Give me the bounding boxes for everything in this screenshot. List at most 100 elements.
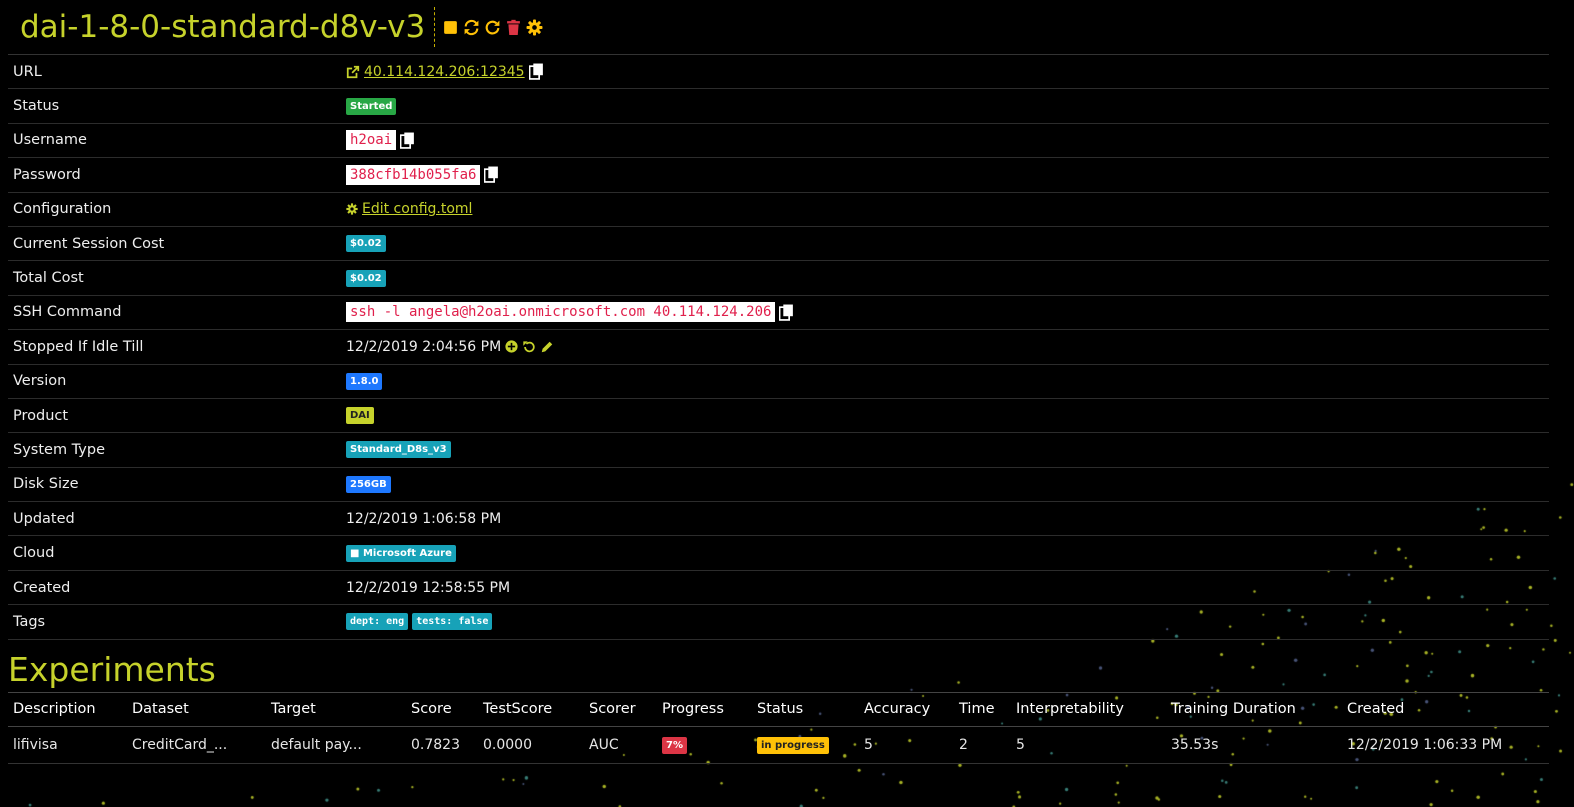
experiment-created: 12/2/2019 1:06:33 PM [1342, 726, 1549, 764]
detail-row-product: Product DAI [8, 399, 1549, 434]
windows-icon: ■ [350, 547, 360, 559]
detail-label: SSH Command [13, 304, 122, 321]
undo-icon[interactable] [522, 340, 536, 354]
table-header-row: Description Dataset Target Score TestSco… [8, 691, 1549, 727]
column-header[interactable]: Score [406, 691, 478, 727]
system-type-badge: Standard_D8s_v3 [346, 441, 451, 459]
settings-button[interactable] [526, 19, 543, 36]
password-value: 388cfb14b055fa6 [346, 164, 481, 185]
stop-button[interactable] [442, 19, 459, 36]
detail-row-created: Created 12/2/2019 12:58:55 PM [8, 571, 1549, 606]
experiment-description: lifivisa [8, 726, 127, 764]
detail-label: Tags [13, 613, 46, 630]
tag-badge: tests: false [412, 613, 493, 631]
instance-actions [442, 19, 543, 36]
detail-row-session-cost: Current Session Cost $0.02 [8, 227, 1549, 262]
experiments-table: Description Dataset Target Score TestSco… [8, 691, 1549, 764]
pencil-icon[interactable] [540, 340, 554, 354]
idle-till-value: 12/2/2019 2:04:56 PM [346, 338, 502, 355]
column-header[interactable]: Progress [657, 691, 752, 727]
experiment-scorer: AUC [584, 726, 657, 764]
detail-row-cloud: Cloud ■ Microsoft Azure [8, 536, 1549, 571]
detail-label: Product [13, 407, 69, 424]
detail-row-system-type: System Type Standard_D8s_v3 [8, 433, 1549, 468]
cloud-badge: ■ Microsoft Azure [346, 544, 456, 562]
status-badge: Started [346, 97, 397, 115]
column-header[interactable]: Description [8, 691, 127, 727]
column-header[interactable]: Training Duration [1166, 691, 1342, 727]
disk-size-badge: 256GB [346, 475, 391, 493]
restart-icon [485, 20, 500, 34]
column-header[interactable]: Target [266, 691, 406, 727]
version-badge: 1.8.0 [346, 372, 383, 390]
detail-row-disk-size: Disk Size 256GB [8, 468, 1549, 503]
detail-label: Total Cost [13, 270, 84, 287]
detail-label: Status [13, 98, 60, 115]
tag-badge: dept: eng [346, 613, 409, 631]
column-header[interactable]: Interpretability [1011, 691, 1166, 727]
copy-icon[interactable] [528, 63, 544, 80]
created-value: 12/2/2019 12:58:55 PM [346, 579, 511, 596]
detail-label: Current Session Cost [13, 235, 165, 252]
total-cost-badge: $0.02 [346, 269, 386, 287]
detail-label: System Type [13, 441, 105, 458]
detail-label: Cloud [13, 545, 55, 562]
column-header[interactable]: TestScore [478, 691, 584, 727]
copy-icon[interactable] [779, 304, 794, 321]
experiment-progress-cell: 7% [657, 726, 752, 764]
plus-circle-icon[interactable] [505, 340, 518, 353]
detail-label: Stopped If Idle Till [13, 338, 144, 355]
status-badge: in progress [757, 736, 829, 754]
experiment-time: 2 [954, 726, 1011, 764]
copy-icon[interactable] [400, 132, 415, 149]
detail-row-version: Version 1.8.0 [8, 365, 1549, 399]
column-header[interactable]: Status [752, 691, 859, 727]
progress-badge: 7% [662, 736, 687, 754]
stop-icon [444, 20, 458, 34]
detail-row-total-cost: Total Cost $0.02 [8, 261, 1549, 296]
experiments-heading: Experiments [8, 649, 216, 689]
detail-row-status: Status Started [8, 89, 1549, 124]
session-cost-badge: $0.02 [346, 235, 386, 253]
detail-label: Password [13, 166, 81, 183]
table-row[interactable]: lifivisa CreditCard_... default pay... 0… [8, 726, 1549, 764]
sync-icon [464, 19, 479, 35]
updated-value: 12/2/2019 1:06:58 PM [346, 510, 502, 527]
column-header[interactable]: Scorer [584, 691, 657, 727]
detail-label: Created [13, 579, 71, 596]
experiment-score: 0.7823 [406, 726, 478, 764]
experiment-target: default pay... [266, 726, 406, 764]
instance-title: dai-1-8-0-standard-d8v-v3 [20, 8, 426, 45]
detail-row-updated: Updated 12/2/2019 1:06:58 PM [8, 502, 1549, 537]
cloud-badge-label: Microsoft Azure [362, 547, 452, 559]
detail-label: URL [13, 63, 42, 80]
experiment-accuracy: 5 [859, 726, 954, 764]
column-header[interactable]: Dataset [127, 691, 266, 727]
experiment-test-score: 0.0000 [478, 726, 584, 764]
experiment-status-cell: in progress [752, 726, 859, 764]
detail-row-url: URL 40.114.124.206:12345 [8, 55, 1549, 90]
sync-button[interactable] [463, 19, 480, 36]
ssh-command-value: ssh -l angela@h2oai.onmicrosoft.com 40.1… [346, 302, 776, 323]
detail-label: Disk Size [13, 476, 79, 493]
detail-row-username: Username h2oai [8, 124, 1549, 159]
trash-icon [507, 19, 521, 35]
detail-row-idle: Stopped If Idle Till 12/2/2019 2:04:56 P… [8, 330, 1549, 365]
edit-config-link[interactable]: Edit config.toml [362, 201, 472, 217]
column-header[interactable]: Created [1342, 691, 1549, 727]
column-header[interactable]: Accuracy [859, 691, 954, 727]
restart-button[interactable] [484, 19, 501, 36]
instance-header: dai-1-8-0-standard-d8v-v3 [8, 0, 1549, 55]
detail-row-configuration: Configuration Edit config.toml [8, 193, 1549, 227]
experiment-training-duration: 35.53s [1166, 726, 1342, 764]
detail-row-tags: Tags dept: eng tests: false [8, 605, 1549, 640]
instance-url-link[interactable]: 40.114.124.206:12345 [364, 64, 525, 80]
column-header[interactable]: Time [954, 691, 1011, 727]
gear-icon [346, 203, 358, 215]
experiment-interpretability: 5 [1011, 726, 1166, 764]
detail-row-ssh: SSH Command ssh -l angela@h2oai.onmicros… [8, 296, 1549, 331]
detail-label: Version [13, 373, 67, 390]
copy-icon[interactable] [484, 166, 499, 184]
experiment-dataset: CreditCard_... [127, 726, 266, 764]
delete-button[interactable] [505, 19, 522, 36]
